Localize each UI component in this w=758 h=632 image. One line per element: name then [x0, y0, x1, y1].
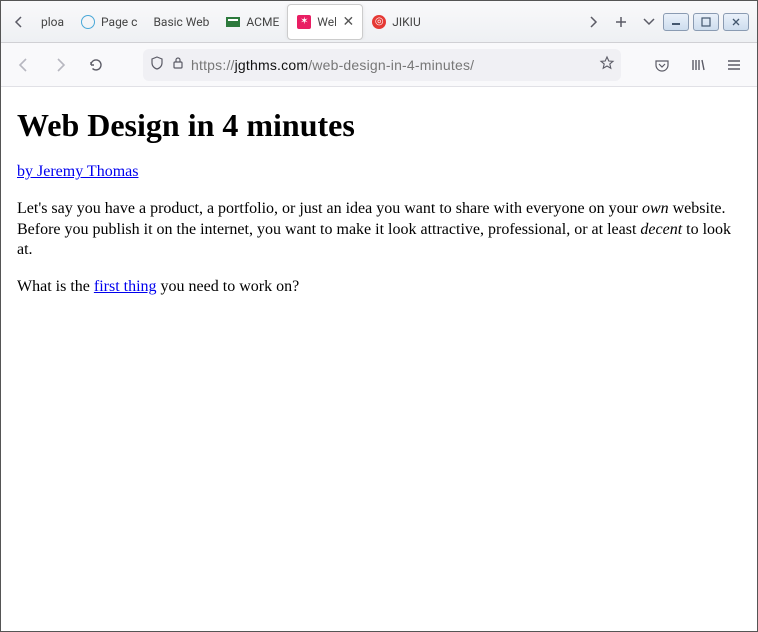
list-all-tabs-button[interactable]	[635, 8, 663, 36]
question-paragraph: What is the first thing you need to work…	[17, 277, 741, 298]
close-tab-icon[interactable]: ✕	[343, 14, 355, 30]
app-menu-button[interactable]	[719, 50, 749, 80]
window-controls	[663, 13, 753, 31]
back-button[interactable]	[9, 50, 39, 80]
page-content: Web Design in 4 minutes by Jeremy Thomas…	[1, 87, 757, 334]
first-thing-link[interactable]: first thing	[94, 278, 157, 295]
maximize-button[interactable]	[693, 13, 719, 31]
shield-icon[interactable]	[149, 55, 165, 75]
tab-upload[interactable]: ploa	[33, 5, 72, 39]
minimize-button[interactable]	[663, 13, 689, 31]
url-path: /web-design-in-4-minutes/	[308, 57, 474, 73]
bookmark-star-icon[interactable]	[599, 55, 615, 75]
site-icon: ✶	[296, 14, 312, 30]
tab-label: Wel	[317, 15, 335, 29]
acme-icon	[225, 14, 241, 30]
page-title: Web Design in 4 minutes	[17, 107, 741, 144]
navigation-toolbar: https://jgthms.com/web-design-in-4-minut…	[1, 43, 757, 87]
lock-icon[interactable]	[171, 56, 185, 74]
url-domain: jgthms.com	[235, 57, 309, 73]
library-button[interactable]	[683, 50, 713, 80]
tab-label: Page c	[101, 15, 137, 29]
reload-button[interactable]	[81, 50, 111, 80]
site-icon: ◎	[371, 14, 387, 30]
close-window-button[interactable]	[723, 13, 749, 31]
tab-page[interactable]: Page c	[72, 5, 145, 39]
tab-strip: ploa Page c Basic Web ACME ✶ Wel ✕ ◎ JIK…	[33, 4, 579, 40]
tab-acme[interactable]: ACME	[217, 5, 287, 39]
tab-label: Basic Web	[153, 15, 209, 29]
pocket-button[interactable]	[647, 50, 677, 80]
url-bar[interactable]: https://jgthms.com/web-design-in-4-minut…	[143, 49, 621, 81]
title-bar: ploa Page c Basic Web ACME ✶ Wel ✕ ◎ JIK…	[1, 1, 757, 43]
new-tab-button[interactable]	[607, 8, 635, 36]
intro-paragraph: Let's say you have a product, a portfoli…	[17, 199, 741, 261]
url-text[interactable]: https://jgthms.com/web-design-in-4-minut…	[191, 57, 593, 73]
author-link[interactable]: by Jeremy Thomas	[17, 163, 138, 180]
tab-basic-web[interactable]: Basic Web	[145, 5, 217, 39]
forward-button[interactable]	[45, 50, 75, 80]
tab-scroll-right-button[interactable]	[579, 8, 607, 36]
tab-label: ploa	[41, 15, 64, 29]
tab-label: JIKIU	[392, 15, 420, 29]
url-prefix: https://	[191, 57, 235, 73]
tab-web-design-active[interactable]: ✶ Wel ✕	[287, 4, 363, 40]
globe-icon	[80, 14, 96, 30]
tab-scroll-left-button[interactable]	[5, 8, 33, 36]
tab-label: ACME	[246, 15, 279, 29]
tab-jikiu[interactable]: ◎ JIKIU	[363, 5, 428, 39]
